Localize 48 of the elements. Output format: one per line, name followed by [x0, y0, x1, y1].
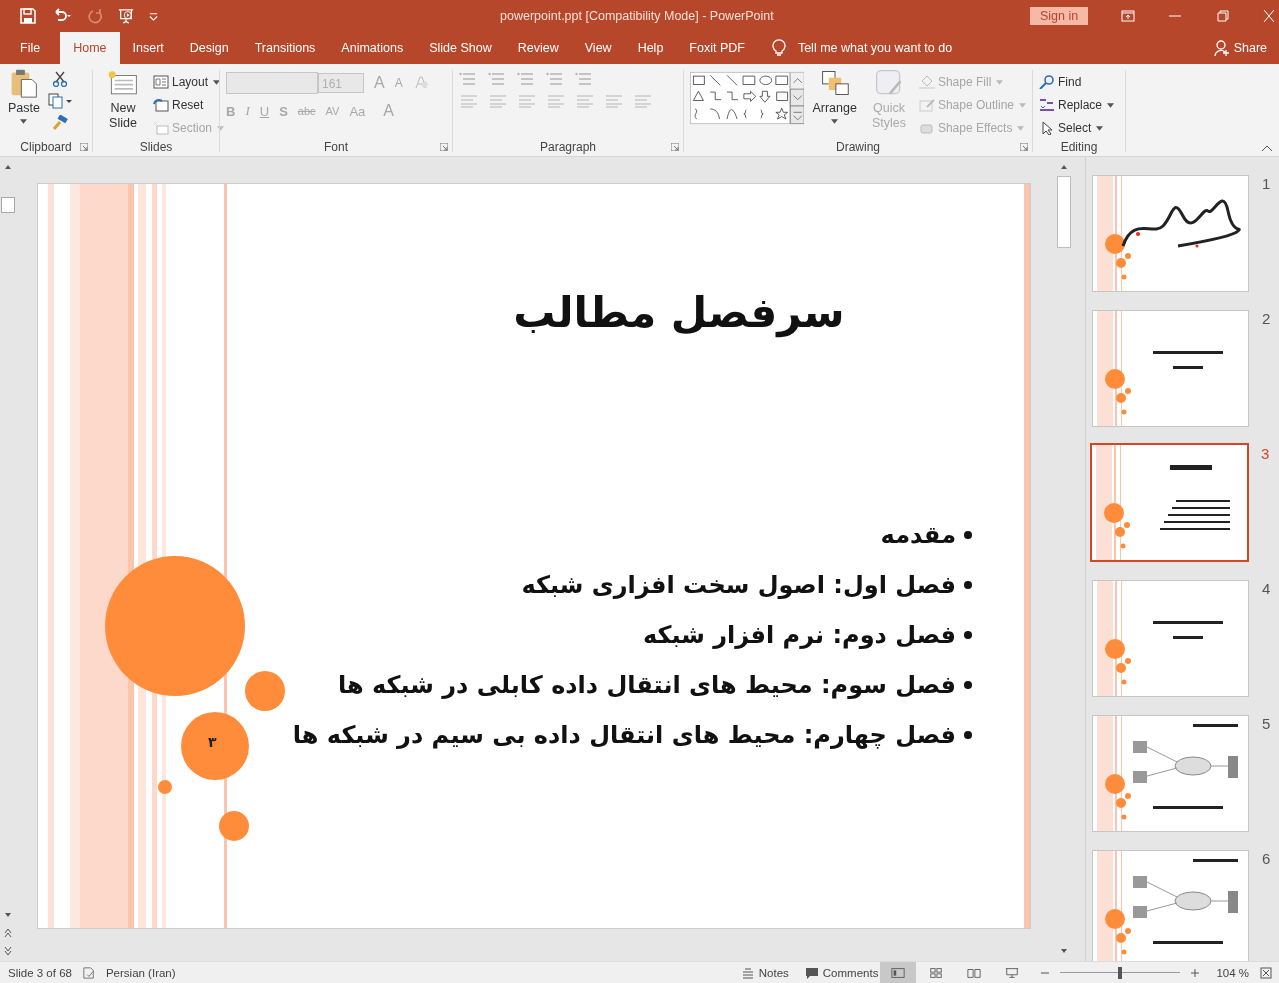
ribbon-tab[interactable]: Review — [504, 32, 572, 64]
paste-button[interactable]: Paste — [6, 67, 42, 125]
group-label: Drawing — [836, 140, 880, 154]
slide-counter: Slide 3 of 68 — [8, 966, 72, 979]
ribbon-button[interactable]: Replace — [1039, 96, 1115, 114]
ribbon-button[interactable]: Find — [1039, 73, 1082, 91]
share-button[interactable]: Share — [1213, 32, 1279, 64]
ribbon-button[interactable]: Reset — [153, 96, 204, 114]
new-slide-button[interactable]: New Slide — [99, 67, 147, 132]
slide-number: 3 — [1261, 445, 1270, 462]
group-label: Clipboard — [20, 140, 72, 154]
group-label: Editing — [1060, 140, 1098, 154]
ribbon-button[interactable]: Select — [1039, 119, 1104, 137]
comments-button[interactable]: Comments — [804, 966, 879, 979]
ribbon-tab[interactable]: Animations — [328, 32, 417, 64]
ribbon-tab[interactable]: File — [0, 32, 61, 64]
ribbon-tab[interactable]: Foxit PDF — [676, 32, 758, 64]
ribbon-tab[interactable]: Home — [60, 32, 120, 64]
sign-in-button[interactable]: Sign in — [1030, 7, 1089, 25]
ribbon-tab[interactable]: Transitions — [241, 32, 329, 64]
tell-me-field[interactable]: Tell me what you want to do — [797, 41, 953, 55]
window-title: powerpoint.ppt [Compatibility Mode] - PowerPoint — [500, 9, 774, 23]
group-label: Slides — [139, 140, 173, 154]
bullet-text: مقدمه — [880, 520, 956, 551]
page-number: ٣ — [208, 734, 217, 750]
bullet-text: فصل اول: اصول سخت افزاری شبکه — [521, 570, 956, 601]
ribbon-tab[interactable]: Slide Show — [416, 32, 505, 64]
slide-title: سرفصل مطالب — [513, 288, 845, 337]
bullet-text: فصل دوم: نرم افزار شبکه — [643, 620, 956, 651]
group-label: Font — [324, 140, 348, 154]
slide-number: 5 — [1262, 715, 1271, 732]
slide[interactable]: ٣ سرفصل مطالب مقدمه فصل اول: اصول سخت افزاری شبکه فصل دوم: نرم افزار شبکه فصل سوم: محیط های انتقال داده کابلی در شبکه ها فصل چهارم: محیط های انتقال داده بی سیم در شبکه ها — [38, 184, 1030, 928]
zoom-level[interactable]: 104 % — [1216, 966, 1249, 979]
ribbon-tab[interactable]: View — [571, 32, 625, 64]
slide-number: 6 — [1262, 850, 1271, 867]
arrange-button[interactable]: Arrange — [810, 67, 859, 125]
slide-number: 1 — [1262, 175, 1271, 192]
ribbon-tab[interactable]: Insert — [119, 32, 177, 64]
group-label: Paragraph — [539, 140, 596, 154]
slide-number: 4 — [1262, 580, 1271, 597]
bullet-text: فصل چهارم: محیط های انتقال داده بی سیم در شبکه ها — [292, 720, 956, 751]
bullet-text: فصل سوم: محیط های انتقال داده کابلی در شبکه ها — [337, 670, 956, 701]
ribbon-tab[interactable]: Design — [176, 32, 242, 64]
slide-number: 2 — [1262, 310, 1271, 327]
ribbon-button[interactable]: Layout — [153, 73, 221, 91]
language-label[interactable]: Persian (Iran) — [105, 966, 176, 979]
ribbon-tab[interactable]: Help — [624, 32, 677, 64]
notes-button[interactable]: Notes — [740, 966, 789, 979]
